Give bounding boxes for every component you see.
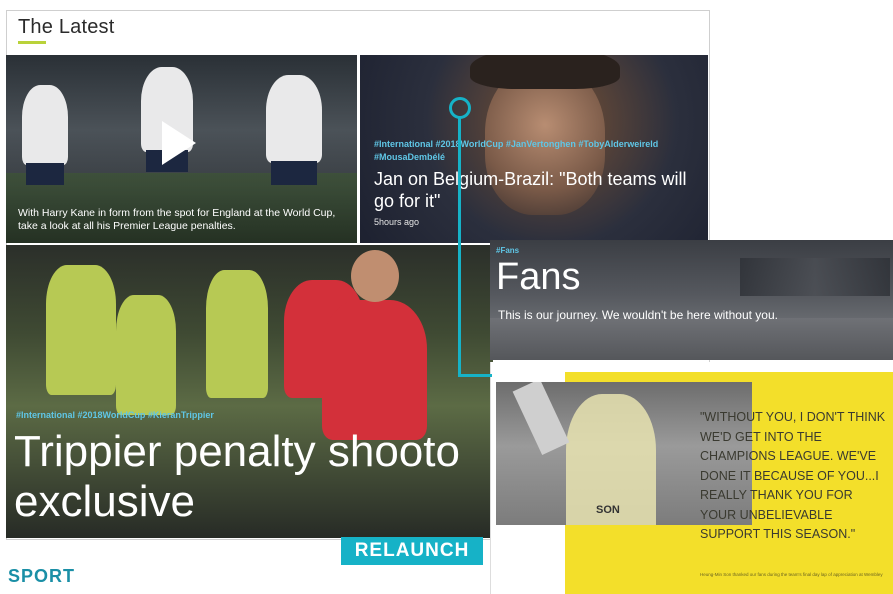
player-figure	[116, 295, 176, 415]
article-tile-trippier[interactable]: #International #2018WorldCup #KieranTrip…	[6, 245, 493, 538]
card-subtitle: This is our journey. We wouldn't be here…	[498, 308, 778, 322]
article-tags[interactable]: #International #2018WorldCup #KieranTrip…	[16, 409, 486, 422]
article-time: 5hours ago	[374, 217, 420, 227]
crowd-background	[740, 258, 890, 296]
section-title: The Latest	[18, 16, 115, 38]
player-figure	[206, 270, 268, 398]
connector-line	[458, 118, 461, 376]
quote-text: "WITHOUT YOU, I DON'T THINK WE'D GET INT…	[700, 410, 886, 541]
player-figure	[266, 75, 322, 163]
player-hair	[470, 55, 620, 89]
quote-caption: Heung-Min Son thanked our fans during th…	[700, 572, 883, 577]
card-title: Fans	[496, 256, 581, 298]
connector-line	[458, 374, 492, 377]
article-tags[interactable]: #International #2018WorldCup #JanVertong…	[374, 138, 704, 164]
video-tile-kane[interactable]: With Harry Kane in form from the spot fo…	[6, 55, 357, 243]
shirt-name: SON	[596, 504, 620, 516]
player-shorts	[26, 163, 64, 185]
fans-card[interactable]: #Fans Fans This is our journey. We would…	[490, 240, 893, 360]
article-headline[interactable]: Jan on Belgium-Brazil: "Both teams will …	[374, 168, 704, 212]
player-arm	[512, 382, 570, 456]
player-shorts	[271, 161, 317, 185]
player-figure	[22, 85, 68, 165]
article-headline[interactable]: Trippier penalty shooto exclusive	[14, 427, 489, 527]
article-tile-jan[interactable]: #International #2018WorldCup #JanVertong…	[360, 55, 708, 243]
sport-label: SPORT	[8, 566, 76, 586]
player-figure	[46, 265, 116, 395]
title-underline	[18, 41, 46, 44]
street-background	[490, 318, 893, 360]
play-icon[interactable]	[162, 121, 196, 165]
video-caption: With Harry Kane in form from the spot fo…	[18, 207, 336, 232]
player-head	[351, 250, 399, 302]
connector-ring	[449, 97, 471, 119]
relaunch-label: RELAUNCH	[341, 537, 483, 565]
